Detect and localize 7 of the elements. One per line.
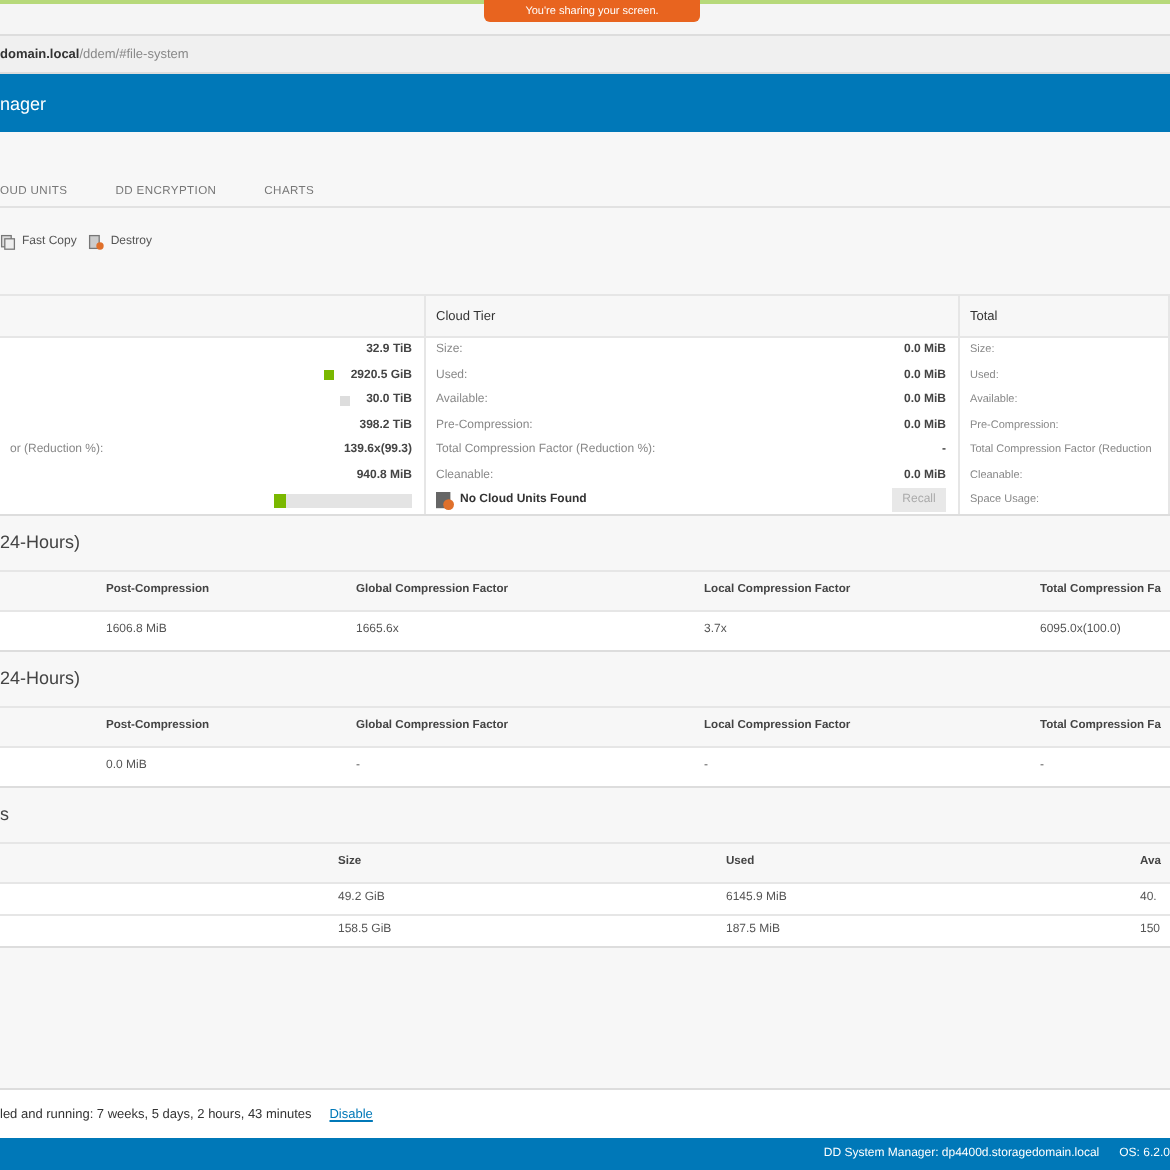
app-title: nager (0, 93, 47, 113)
section-title: s (0, 803, 11, 827)
section-title: 24-Hours) (0, 531, 83, 556)
section-title: 24-Hours) (0, 667, 83, 692)
warning-icon (436, 491, 454, 510)
database-delete-icon (88, 234, 105, 250)
copy-icon (0, 234, 16, 250)
